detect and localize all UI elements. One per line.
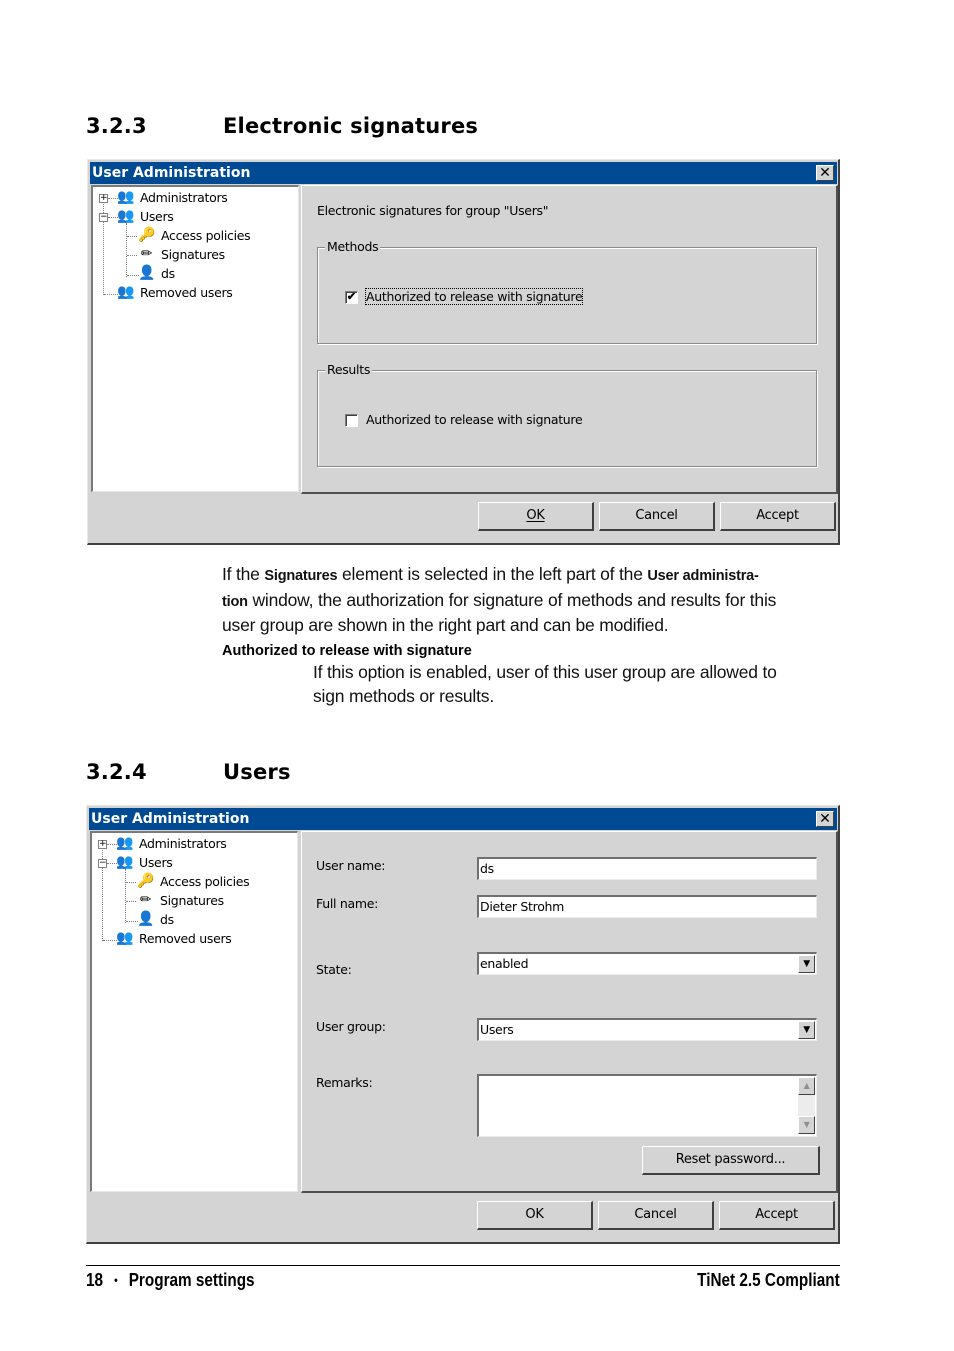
user-administration-dialog-users: User Administration ✕ + − 👥 Administrato… — [86, 805, 840, 1244]
reset-password-button[interactable]: Reset password... — [642, 1146, 820, 1175]
pencil-icon: ✏ — [139, 892, 152, 908]
scroll-down-icon[interactable]: ▼ — [798, 1116, 815, 1134]
collapse-users-icon[interactable]: − — [98, 859, 107, 868]
user-group-select[interactable]: Users ▼ — [477, 1018, 817, 1041]
dialog-title: User Administration — [91, 811, 250, 827]
user-administration-dialog-signatures: User Administration ✕ + − 👥 Administrato… — [87, 159, 840, 545]
methods-group: Methods ✔ Authorized to release with sig… — [317, 239, 817, 344]
user-group-icon: 👥 — [116, 835, 134, 851]
results-group: Results Authorized to release with signa… — [317, 362, 817, 467]
close-icon: ✕ — [819, 811, 831, 827]
accept-button[interactable]: Accept — [719, 1201, 835, 1230]
close-icon: ✕ — [819, 165, 831, 181]
section-number: 3.2.4 — [86, 760, 147, 784]
expand-administrators-icon[interactable]: + — [99, 194, 108, 203]
expand-administrators-icon[interactable]: + — [98, 840, 107, 849]
user-group-icon: 👥 — [117, 208, 135, 224]
section-title: Users — [223, 760, 291, 784]
methods-legend: Methods — [325, 239, 381, 254]
dialog-titlebar: User Administration ✕ — [90, 162, 837, 184]
close-button[interactable]: ✕ — [816, 165, 834, 181]
key-icon: 🔑 — [137, 873, 155, 889]
user-icon: 👤 — [138, 265, 156, 281]
user-name-label: User name: — [316, 858, 386, 873]
user-tree: + − 👥 Administrators 👥 Users 🔑 Access po… — [91, 185, 299, 492]
cancel-button[interactable]: Cancel — [599, 502, 715, 531]
signatures-description: If the Signatures element is selected in… — [222, 564, 777, 635]
user-group-icon: 👥 — [116, 930, 134, 946]
user-group-icon: 👥 — [117, 284, 135, 300]
checkmark-icon: ✔ — [346, 291, 357, 303]
signatures-heading: Electronic signatures for group "Users" — [317, 203, 549, 218]
dialog-title: User Administration — [92, 165, 251, 181]
user-name-input[interactable]: ds — [477, 857, 817, 880]
footer-left: 18 • Program settings — [86, 1270, 255, 1291]
state-label: State: — [316, 962, 352, 977]
methods-release-checkbox[interactable]: ✔ — [345, 291, 358, 304]
full-name-label: Full name: — [316, 896, 379, 911]
key-icon: 🔑 — [138, 227, 156, 243]
section-title: Electronic signatures — [223, 114, 479, 138]
footer-divider — [86, 1265, 840, 1266]
user-group-icon: 👥 — [116, 854, 134, 870]
user-tree: + − 👥 Administrators 👥 Users 🔑 Access po… — [90, 831, 298, 1192]
results-release-label: Authorized to release with signature — [366, 412, 583, 427]
user-group-icon: 👥 — [117, 189, 135, 205]
chevron-down-icon[interactable]: ▼ — [798, 955, 815, 973]
chevron-down-icon[interactable]: ▼ — [798, 1021, 815, 1039]
user-group-label: User group: — [316, 1019, 386, 1034]
state-select[interactable]: enabled ▼ — [477, 952, 817, 975]
user-details-panel: User name: ds Full name: Dieter Strohm S… — [301, 831, 838, 1193]
collapse-users-icon[interactable]: − — [99, 213, 108, 222]
term-definition: If this option is enabled, user of this … — [313, 662, 777, 706]
user-icon: 👤 — [137, 911, 155, 927]
page-number: 18 — [86, 1270, 104, 1290]
pencil-icon: ✏ — [140, 246, 153, 262]
full-name-input[interactable]: Dieter Strohm — [477, 895, 817, 918]
remarks-textarea[interactable]: ▲ ▼ — [477, 1074, 817, 1137]
section-heading-3-2-3: 3.2.3 Electronic signatures — [86, 114, 586, 142]
ok-button[interactable]: OK — [478, 502, 594, 531]
cancel-button[interactable]: Cancel — [598, 1201, 714, 1230]
ok-button[interactable]: OK — [477, 1201, 593, 1230]
section-number: 3.2.3 — [86, 114, 147, 138]
footer-product: TiNet 2.5 Compliant — [697, 1270, 840, 1290]
scroll-up-icon[interactable]: ▲ — [798, 1077, 815, 1095]
term-authorized-release: Authorized to release with signature — [222, 643, 472, 659]
footer-section: Program settings — [128, 1270, 255, 1290]
accept-button[interactable]: Accept — [720, 502, 836, 531]
bullet-separator: • — [114, 1273, 118, 1287]
close-button[interactable]: ✕ — [816, 811, 834, 827]
section-heading-3-2-4: 3.2.4 Users — [86, 760, 586, 788]
methods-release-label[interactable]: Authorized to release with signature — [364, 288, 584, 305]
results-legend: Results — [325, 362, 373, 377]
signatures-panel: Electronic signatures for group "Users" … — [301, 185, 838, 494]
scrollbar-track[interactable] — [798, 1095, 815, 1116]
remarks-label: Remarks: — [316, 1075, 373, 1090]
results-release-checkbox[interactable] — [345, 414, 358, 427]
dialog-titlebar: User Administration ✕ — [89, 808, 837, 830]
